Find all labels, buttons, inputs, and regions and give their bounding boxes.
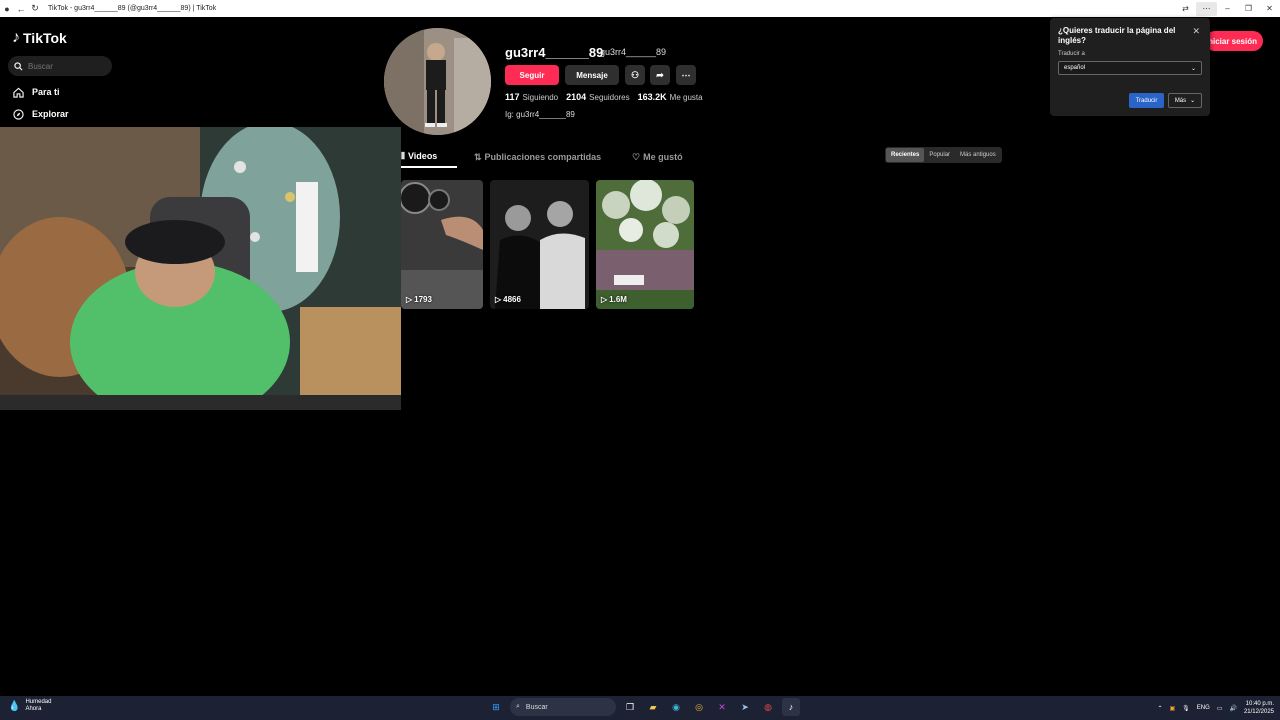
search-icon: ⌕ — [516, 703, 520, 710]
translate-popup: ¿Quieres traducir la página del inglés? … — [1050, 18, 1210, 116]
tiktok-taskbar-icon[interactable]: ♪ — [782, 698, 800, 716]
tab-reposts[interactable]: ⇅ Publicaciones compartidas — [474, 146, 614, 168]
translate-title: ¿Quieres traducir la página del inglés? — [1058, 26, 1176, 45]
follow-button[interactable]: Seguir — [505, 65, 559, 85]
browser-title-bar: ● ← ↻ TikTok - gu3rr4______89 (@gu3rr4__… — [0, 0, 1280, 17]
share-icon: ➦ — [656, 69, 664, 80]
close-window-icon[interactable]: ✕ — [1259, 2, 1280, 16]
chevron-down-icon: ⌄ — [1190, 65, 1196, 72]
start-icon[interactable]: ⊞ — [487, 698, 505, 716]
translate-button[interactable]: Traducir — [1129, 93, 1164, 108]
app-x-icon[interactable]: ✕ — [713, 698, 731, 716]
add-friend-icon: ⚇ — [630, 69, 640, 80]
restore-icon[interactable]: ❐ — [1238, 2, 1259, 16]
chevron-up-icon[interactable]: ⌃ — [1157, 705, 1162, 712]
edge-icon[interactable]: ◉ — [667, 698, 685, 716]
chevron-down-icon: ⌄ — [1190, 98, 1196, 104]
video-card[interactable]: ▷ 4866 — [490, 180, 589, 309]
sidebar-item-label: Explorar — [32, 109, 69, 119]
sort-option-antiguos[interactable]: Más antiguos — [955, 148, 1001, 162]
login-button[interactable]: Iniciar sesión — [1205, 31, 1263, 51]
window-title: TikTok - gu3rr4______89 (@gu3rr4______89… — [48, 5, 217, 12]
video-card[interactable]: ▷ 1793 — [401, 180, 483, 309]
profile-tabs: ⦀ Videos ⇅ Publicaciones compartidas ♡ M… — [401, 146, 683, 168]
translate-to-label: Traducir a — [1058, 51, 1085, 57]
language-select[interactable]: español ⌄ — [1058, 61, 1202, 75]
play-icon: ▷ — [406, 295, 413, 304]
profile-username: gu3rr4______89 — [505, 45, 604, 60]
share-button[interactable]: ➦ — [650, 65, 670, 85]
reload-icon[interactable]: ↻ — [28, 2, 42, 16]
weather-widget[interactable]: 💧 Humedad Ahora — [8, 699, 51, 713]
tiktok-logo[interactable]: ♪ TikTok — [12, 29, 67, 47]
video-thumbnail — [596, 180, 694, 309]
sidebar-search[interactable] — [8, 56, 112, 76]
repost-icon: ⇅ — [474, 151, 482, 162]
tiktok-note-icon: ♪ — [12, 29, 20, 46]
tray-app-icon[interactable]: ▣ — [1170, 705, 1176, 712]
sort-option-recientes[interactable]: Recientes — [886, 148, 925, 162]
sidebar-item-label: Para ti — [32, 87, 60, 97]
file-explorer-icon[interactable]: ▰ — [644, 698, 662, 716]
sort-selector: Recientes Popular Más antiguos — [885, 147, 1002, 163]
microphone-icon[interactable]: 🎙 — [1182, 705, 1190, 712]
sort-option-popular[interactable]: Popular — [924, 148, 955, 162]
message-button[interactable]: Mensaje — [565, 65, 619, 85]
tiktok-favicon-icon: ● — [4, 3, 10, 14]
liked-lock-icon: ♡ — [632, 151, 641, 162]
task-view-icon[interactable]: ❐ — [621, 698, 639, 716]
steam-icon[interactable]: ➤ — [736, 698, 754, 716]
sidebar-item-para-ti[interactable]: Para ti — [12, 86, 60, 98]
suggested-accounts-button[interactable]: ⚇ — [625, 65, 645, 85]
home-icon — [12, 86, 24, 98]
compass-icon — [12, 108, 24, 120]
webcam-overlay — [0, 127, 401, 410]
play-icon: ▷ — [601, 295, 608, 304]
more-actions-button[interactable]: ⋯ — [676, 65, 696, 85]
sidebar-item-explorar[interactable]: Explorar — [12, 108, 69, 120]
logo-text: TikTok — [23, 30, 67, 46]
network-icon[interactable]: ▭ — [1217, 705, 1223, 712]
following-stat[interactable]: 117 Siguiendo — [505, 92, 558, 102]
profile-nickname: gu3rr4______89 — [600, 47, 667, 57]
tab-videos[interactable]: ⦀ Videos — [401, 146, 457, 168]
search-icon — [14, 61, 23, 70]
followers-stat[interactable]: 2104 Seguidores — [566, 92, 630, 102]
profile-stats: 117 Siguiendo 2104 Seguidores 163.2K Me gus… — [505, 92, 703, 102]
back-icon[interactable]: ← — [14, 2, 28, 16]
profile-avatar — [384, 28, 491, 135]
minimize-icon[interactable]: – — [1217, 2, 1238, 16]
close-icon[interactable]: ✕ — [1192, 26, 1200, 37]
humidity-icon: 💧 — [8, 700, 21, 712]
play-icon: ▷ — [495, 295, 502, 304]
video-thumbnail — [401, 180, 483, 309]
more-translate-options-button[interactable]: Más ⌄ — [1168, 93, 1202, 108]
taskbar-search[interactable]: ⌕ Buscar — [510, 698, 616, 716]
language-indicator[interactable]: ENG — [1197, 705, 1210, 711]
video-thumbnail — [490, 180, 589, 309]
chrome-icon[interactable]: ◎ — [690, 698, 708, 716]
windows-taskbar: 💧 Humedad Ahora ⊞ ⌕ Buscar ❐ ▰ ◉ ◎ ✕ ➤ ◍ … — [0, 696, 1280, 720]
app-red-icon[interactable]: ◍ — [759, 698, 777, 716]
video-views: ▷ 1.6M — [601, 295, 627, 304]
grid-icon: ⦀ — [401, 150, 405, 161]
likes-stat: 163.2K Me gusta — [637, 92, 703, 102]
more-options-icon[interactable]: ⋯ — [1196, 1, 1217, 16]
video-card[interactable]: ▷ 1.6M — [596, 180, 694, 309]
search-input[interactable] — [28, 61, 98, 71]
tab-liked[interactable]: ♡ Me gustó — [632, 146, 683, 168]
volume-icon[interactable]: 🔊 — [1229, 705, 1236, 712]
more-icon: ⋯ — [681, 69, 691, 80]
translate-icon[interactable]: ⇄ — [1175, 2, 1196, 16]
profile-bio: Ig: gu3rr4______89 — [505, 110, 575, 119]
video-views: ▷ 4866 — [495, 295, 521, 304]
taskbar-clock[interactable]: 10:40 p.m. 21/12/2025 — [1244, 700, 1274, 716]
video-views: ▷ 1793 — [406, 295, 432, 304]
